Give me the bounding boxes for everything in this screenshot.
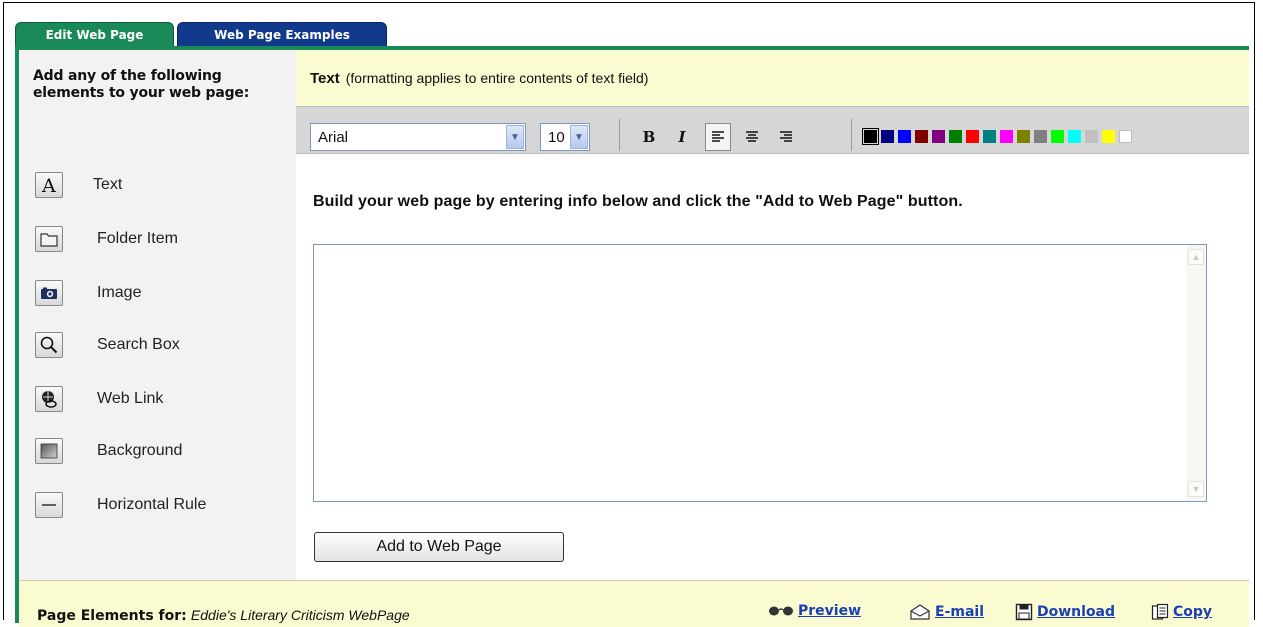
- text-A-icon: A: [35, 172, 63, 198]
- tab-web-page-examples[interactable]: Web Page Examples: [177, 22, 387, 47]
- camera-icon: [35, 280, 63, 306]
- color-swatch[interactable]: [949, 130, 962, 143]
- italic-button[interactable]: I: [669, 123, 695, 151]
- add-to-web-page-button[interactable]: Add to Web Page: [314, 532, 564, 562]
- sidebar-item-label: Background: [97, 442, 183, 459]
- size-select[interactable]: 10 ▼: [540, 123, 590, 151]
- color-swatch[interactable]: [1085, 130, 1098, 143]
- section-title: Text: [310, 69, 340, 87]
- align-left-icon: [712, 131, 724, 142]
- font-select[interactable]: Arial ▼: [310, 123, 526, 151]
- color-swatch[interactable]: [862, 128, 879, 145]
- color-swatch[interactable]: [983, 130, 996, 143]
- elements-sidebar: Add any of the following elements to you…: [19, 50, 296, 580]
- toolbar-divider: [619, 119, 620, 151]
- editor-panel: Add any of the following elements to you…: [15, 46, 1249, 627]
- section-header: Text (formatting applies to entire conte…: [296, 50, 1249, 106]
- font-select-value: Arial: [318, 128, 349, 146]
- align-right-icon: [780, 131, 792, 142]
- page-name: Eddie's Literary Criticism WebPage: [190, 607, 410, 623]
- web-link-icon: [35, 386, 63, 412]
- background-icon: [35, 438, 63, 464]
- folder-icon: [35, 226, 63, 252]
- download-label: Download: [1037, 604, 1116, 620]
- text-input-area[interactable]: ▲ ▼: [313, 244, 1207, 502]
- tab-edit-web-page[interactable]: Edit Web Page: [15, 22, 174, 47]
- floppy-disk-icon: [1015, 603, 1033, 621]
- section-note: (formatting applies to entire contents o…: [345, 70, 649, 86]
- instruction-text: Build your web page by entering info bel…: [313, 193, 963, 210]
- sidebar-item-image[interactable]: Image: [35, 278, 285, 308]
- size-select-value: 10: [548, 128, 565, 146]
- sidebar-item-label: Search Box: [97, 336, 180, 353]
- copy-label: Copy: [1173, 604, 1213, 620]
- svg-text:A: A: [41, 175, 56, 195]
- color-swatch[interactable]: [1119, 130, 1132, 143]
- color-swatch[interactable]: [1017, 130, 1030, 143]
- scroll-down-icon[interactable]: ▼: [1188, 481, 1204, 497]
- color-swatch[interactable]: [881, 130, 894, 143]
- color-swatch[interactable]: [898, 130, 911, 143]
- copy-icon: [1151, 603, 1169, 620]
- color-palette: [862, 128, 1136, 145]
- sidebar-item-text[interactable]: A Text: [35, 170, 285, 200]
- sidebar-item-folder-item[interactable]: Folder Item: [35, 224, 285, 254]
- chevron-down-icon: ▼: [506, 125, 524, 149]
- main-editor: Text (formatting applies to entire conte…: [296, 50, 1249, 580]
- chevron-down-icon: ▼: [570, 125, 588, 149]
- page-elements-footer: Page Elements for: Eddie's Literary Crit…: [19, 580, 1249, 627]
- preview-link[interactable]: Preview: [768, 603, 861, 619]
- align-center-button[interactable]: [739, 123, 765, 151]
- toolbar-divider: [851, 119, 852, 151]
- sidebar-item-search-box[interactable]: Search Box: [35, 330, 285, 360]
- sidebar-item-label: Web Link: [97, 390, 164, 407]
- sidebar-item-horizontal-rule[interactable]: Horizontal Rule: [35, 490, 285, 520]
- color-swatch[interactable]: [915, 130, 928, 143]
- color-swatch[interactable]: [1000, 130, 1013, 143]
- footer-title: Page Elements for: Eddie's Literary Crit…: [37, 607, 410, 624]
- color-swatch[interactable]: [932, 130, 945, 143]
- sidebar-item-label: Text: [93, 176, 123, 193]
- preview-label: Preview: [798, 603, 862, 619]
- sidebar-item-background[interactable]: Background: [35, 436, 285, 466]
- format-toolbar: Arial ▼ 10 ▼ B I: [296, 106, 1249, 154]
- sidebar-item-label: Image: [97, 284, 142, 301]
- envelope-icon: [910, 604, 930, 620]
- color-swatch[interactable]: [1068, 130, 1081, 143]
- sidebar-title: Add any of the following elements to you…: [33, 68, 250, 101]
- horizontal-rule-icon: [35, 492, 63, 518]
- email-label: E-mail: [935, 604, 985, 620]
- color-swatch[interactable]: [1051, 130, 1064, 143]
- footer-label: Page Elements for:: [37, 608, 187, 624]
- color-swatch[interactable]: [1034, 130, 1047, 143]
- textarea-scrollbar[interactable]: ▲ ▼: [1186, 245, 1206, 501]
- sidebar-item-label: Horizontal Rule: [97, 496, 207, 513]
- color-swatch[interactable]: [966, 130, 979, 143]
- glasses-icon: [769, 606, 793, 616]
- color-swatch[interactable]: [1102, 130, 1115, 143]
- align-center-icon: [746, 131, 758, 142]
- magnifier-icon: [35, 332, 63, 358]
- sidebar-item-label: Folder Item: [97, 230, 178, 247]
- email-link[interactable]: E-mail: [909, 603, 984, 621]
- copy-link[interactable]: Copy: [1151, 603, 1212, 621]
- bold-button[interactable]: B: [636, 123, 662, 151]
- align-right-button[interactable]: [773, 123, 799, 151]
- download-link[interactable]: Download: [1015, 603, 1115, 621]
- align-left-button[interactable]: [705, 123, 731, 151]
- scroll-up-icon[interactable]: ▲: [1188, 249, 1204, 265]
- sidebar-item-web-link[interactable]: Web Link: [35, 384, 285, 414]
